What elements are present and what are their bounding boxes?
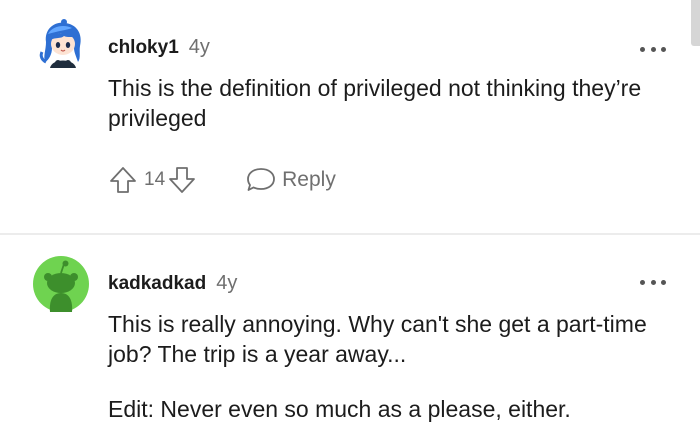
vote-count: 14 [144,169,166,190]
username[interactable]: kadkadkad [108,273,206,295]
comment-divider [0,233,700,235]
anime-girl-avatar-icon[interactable] [34,16,90,72]
comment-age: 4y [188,36,210,58]
comment-body: This is the definition of privileged not… [108,75,642,131]
speech-bubble-icon [247,168,276,191]
comment-body-edit: Edit: Never even so much as a please, ei… [108,396,571,422]
comment: chloky1 4y This is the definition of pri… [0,0,700,234]
more-options-icon[interactable] [640,277,666,287]
comment: kadkadkad 4y This is really annoying. Wh… [0,236,700,447]
comment-age: 4y [216,272,238,294]
comment-meta: kadkadkad 4y [108,272,237,295]
upvote-arrow-icon[interactable] [108,165,138,195]
snoo-avatar-icon[interactable] [33,256,89,312]
scrollbar[interactable] [691,0,700,46]
username[interactable]: chloky1 [108,37,179,59]
comment-body: This is really annoying. Why can't she g… [108,311,647,367]
reply-button[interactable]: Reply [245,165,336,195]
comment-actions: 14 Reply [108,163,336,197]
comment-meta: chloky1 4y [108,36,210,59]
reply-label: Reply [282,168,336,191]
downvote-arrow-icon[interactable] [167,165,197,195]
more-options-icon[interactable] [640,44,666,54]
